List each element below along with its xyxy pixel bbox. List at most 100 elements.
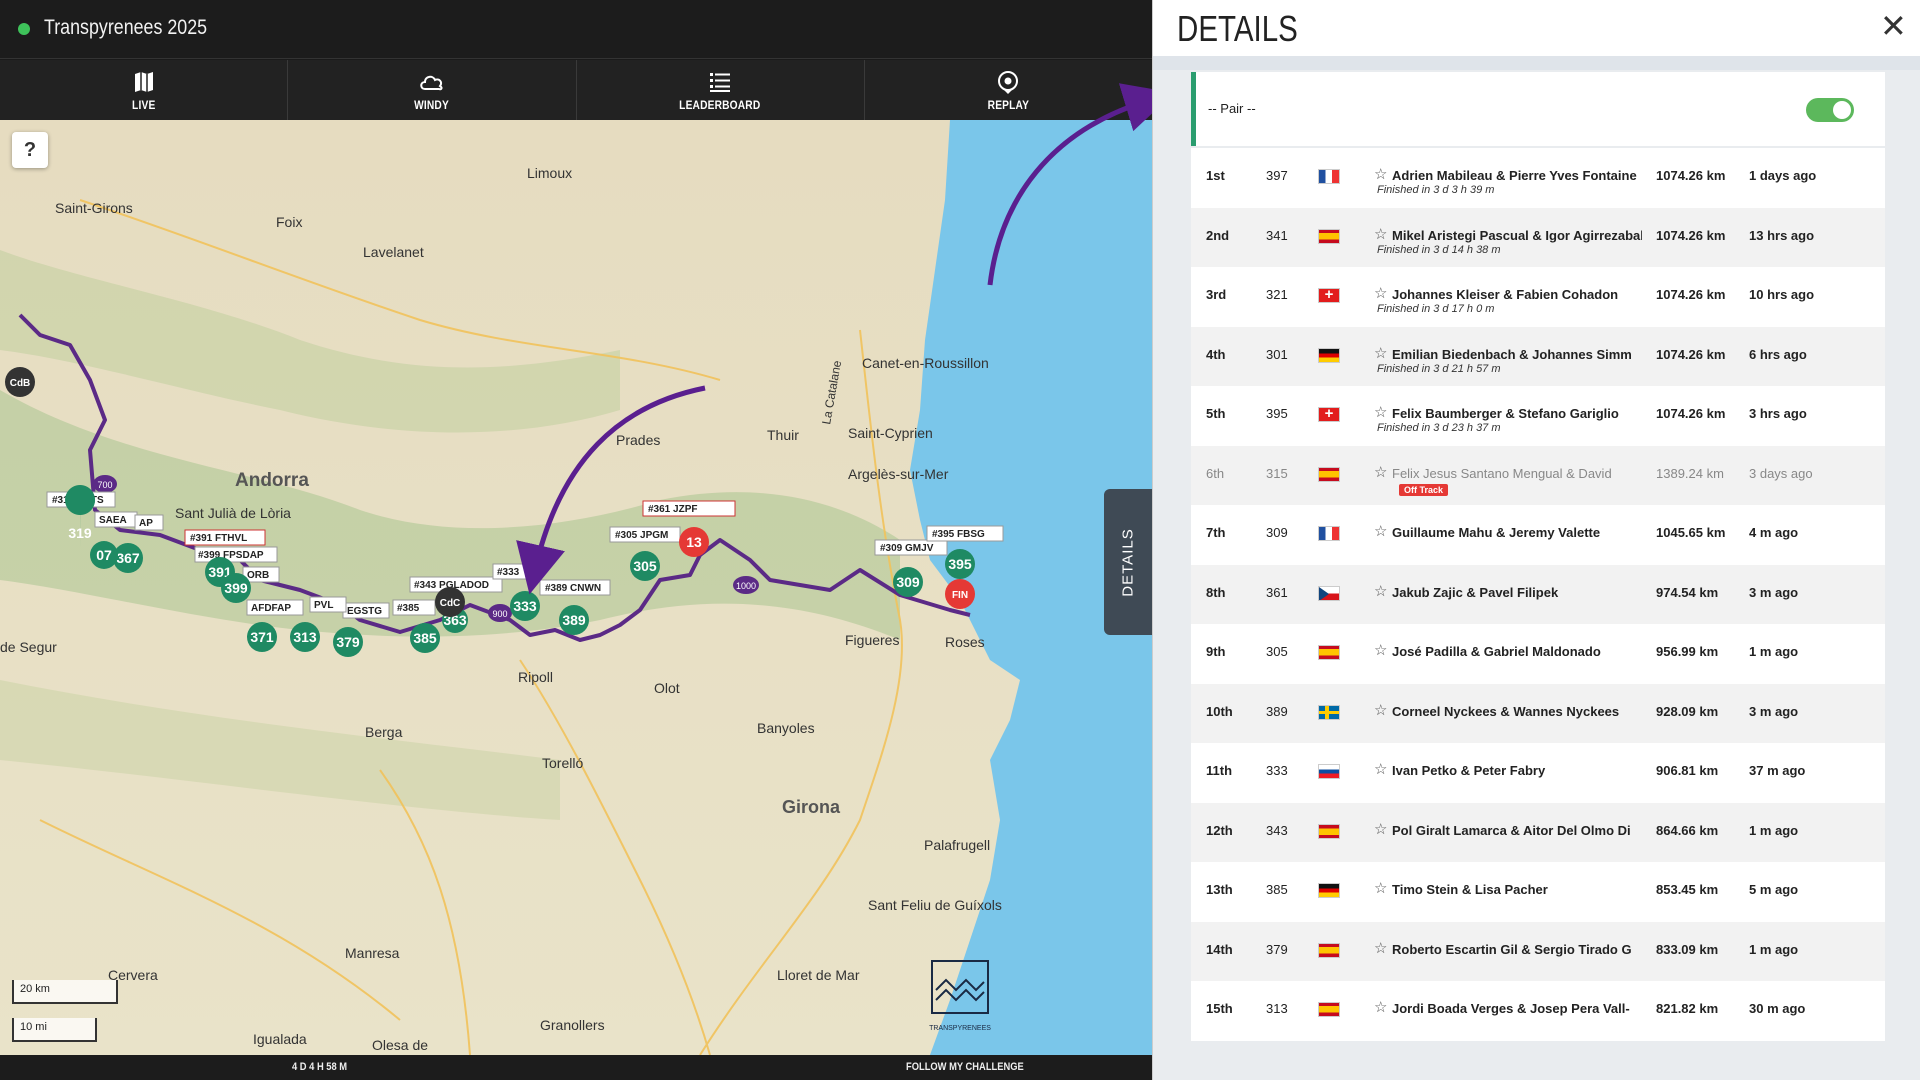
leaderboard-row[interactable]: 13th 385 ☆ Timo Stein & Lisa Pacher 853.45 k… bbox=[1191, 862, 1885, 922]
nav-windy[interactable]: WINDY bbox=[288, 60, 577, 120]
place-label: Roses bbox=[945, 634, 985, 650]
leaderboard-row[interactable]: 3rd 321 ☆ Johannes Kleiser & Fabien Cohadon… bbox=[1191, 267, 1885, 327]
leaderboard-row[interactable]: 2nd 341 ☆ Mikel Aristegi Pascual & Igor Agi… bbox=[1191, 207, 1885, 267]
list-icon bbox=[710, 72, 731, 92]
rider-tag[interactable]: PVL bbox=[309, 596, 347, 613]
rider-tag[interactable]: AP bbox=[134, 514, 164, 531]
checkpoint-cdc[interactable]: CdC bbox=[435, 587, 465, 617]
pair-toggle[interactable] bbox=[1806, 98, 1854, 122]
last-seen: 1 m ago bbox=[1749, 941, 1799, 957]
leaderboard-row[interactable]: 11th 333 ☆ Ivan Petko & Peter Fabry 906.81 k… bbox=[1191, 743, 1885, 803]
distance: 821.82 km bbox=[1656, 1001, 1719, 1016]
leaderboard-row[interactable]: 14th 379 ☆ Roberto Escartin Gil & Sergio Ti… bbox=[1191, 921, 1885, 981]
nav-live[interactable]: LIVE bbox=[0, 60, 289, 120]
details-tab-label: DETAILS bbox=[1119, 527, 1137, 597]
country-flag-icon bbox=[1318, 1002, 1340, 1017]
rider-tag[interactable]: #399 FPSDAP bbox=[194, 546, 278, 563]
svg-text:385: 385 bbox=[413, 630, 437, 646]
star-icon[interactable]: ☆ bbox=[1374, 998, 1387, 1016]
leaderboard-row[interactable]: 5th 395 ☆ Felix Baumberger & Stefano Garigl… bbox=[1191, 386, 1885, 446]
place-label: de Segur bbox=[0, 639, 57, 655]
rider-marker[interactable]: 371 bbox=[247, 622, 277, 652]
place-label: Igualada bbox=[253, 1031, 307, 1047]
rider-tag[interactable]: #309 GMJV bbox=[874, 539, 948, 556]
star-icon[interactable]: ☆ bbox=[1374, 403, 1387, 421]
distance: 906.81 km bbox=[1656, 763, 1719, 778]
rider-tag[interactable]: SAEA bbox=[94, 511, 138, 528]
rider-marker[interactable]: 389 bbox=[559, 605, 589, 635]
distance: 1074.26 km bbox=[1656, 168, 1726, 183]
rider-marker[interactable]: 07 bbox=[90, 541, 118, 569]
rider-tag[interactable]: AFDFAP bbox=[246, 599, 304, 616]
leaderboard-row[interactable]: 15th 313 ☆ Jordi Boada Verges & Josep Pera … bbox=[1191, 981, 1885, 1041]
leaderboard-row[interactable]: 12th 343 ☆ Pol Giralt Lamarca & Aitor Del O… bbox=[1191, 802, 1885, 862]
star-icon[interactable]: ☆ bbox=[1374, 225, 1387, 243]
star-icon[interactable]: ☆ bbox=[1374, 820, 1387, 838]
country-flag-icon bbox=[1318, 585, 1340, 601]
rider-tag[interactable]: #333 bbox=[492, 563, 534, 580]
rider-marker[interactable]: 13 bbox=[679, 527, 709, 557]
star-icon[interactable]: ☆ bbox=[1374, 165, 1387, 183]
star-icon[interactable]: ☆ bbox=[1374, 284, 1387, 302]
country-flag-icon bbox=[1318, 704, 1340, 720]
top-bar: Transpyrenees 2025 bbox=[0, 0, 1152, 59]
rider-marker[interactable]: 333 bbox=[510, 591, 540, 621]
help-button[interactable]: ? bbox=[12, 132, 48, 168]
rider-marker[interactable]: 395 bbox=[945, 549, 975, 579]
rider-tag[interactable]: #361 JZPF bbox=[642, 500, 736, 517]
star-icon[interactable]: ☆ bbox=[1374, 701, 1387, 719]
nav-replay[interactable]: REPLAY bbox=[865, 60, 1152, 120]
svg-text:#389 CNWN: #389 CNWN bbox=[545, 583, 601, 594]
star-icon[interactable]: ☆ bbox=[1374, 522, 1387, 540]
leaderboard-row[interactable]: 9th 305 ☆ José Padilla & Gabriel Maldonado 9… bbox=[1191, 624, 1885, 684]
nav-leaderboard[interactable]: LEADERBOARD bbox=[577, 60, 865, 120]
nav-bar: LIVE WINDY LEADERBOARD REPLAY bbox=[0, 60, 1152, 120]
svg-text:309: 309 bbox=[896, 574, 920, 590]
rider-marker[interactable]: 379 bbox=[333, 627, 363, 657]
route-label: 700 bbox=[97, 480, 112, 490]
details-tab[interactable]: DETAILS bbox=[1104, 489, 1152, 635]
star-icon[interactable]: ☆ bbox=[1374, 582, 1387, 600]
leaderboard-row[interactable]: 10th 389 ☆ Corneel Nyckees & Wannes Nyckees… bbox=[1191, 683, 1885, 743]
rider-marker[interactable]: 399 bbox=[221, 573, 251, 603]
rider-tag[interactable]: #391 FTHVL bbox=[184, 529, 266, 546]
star-icon[interactable]: ☆ bbox=[1374, 939, 1387, 957]
place-label: Palafrugell bbox=[924, 837, 990, 853]
star-icon[interactable]: ☆ bbox=[1374, 879, 1387, 897]
rider-names: Jordi Boada Verges & Josep Pera Vall- bbox=[1392, 1001, 1630, 1016]
close-icon[interactable]: ✕ bbox=[1880, 10, 1907, 42]
leaderboard-row[interactable]: 1st 397 ☆ Adrien Mabileau & Pierre Yves Fon… bbox=[1191, 148, 1885, 208]
star-icon[interactable]: ☆ bbox=[1374, 760, 1387, 778]
rider-names: Felix Jesus Santano Mengual & David bbox=[1392, 465, 1612, 481]
map-canvas[interactable]: 700 900 1000 Saint-Girons Foix Limoux La… bbox=[0, 120, 1152, 1055]
map-view[interactable]: 700 900 1000 Saint-Girons Foix Limoux La… bbox=[0, 120, 1152, 1055]
svg-text:AFDFAP: AFDFAP bbox=[251, 603, 291, 614]
rider-tag[interactable]: EGSTG bbox=[342, 602, 390, 619]
rider-marker[interactable]: 385 bbox=[410, 623, 440, 653]
rider-tag[interactable]: #389 CNWN bbox=[539, 579, 611, 596]
leaderboard-row[interactable]: 7th 309 ☆ Guillaume Mahu & Jeremy Valette 10… bbox=[1191, 505, 1885, 565]
last-seen: 1 m ago bbox=[1749, 822, 1799, 838]
rider-marker[interactable]: 309 bbox=[893, 567, 923, 597]
rider-tag[interactable]: #305 JPGM bbox=[609, 526, 681, 543]
star-icon[interactable]: ☆ bbox=[1374, 641, 1387, 659]
star-icon[interactable]: ☆ bbox=[1374, 344, 1387, 362]
last-seen: 3 m ago bbox=[1749, 703, 1799, 719]
leaderboard-row[interactable]: 8th 361 ☆ Jakub Zajic & Pavel Filipek 974.54… bbox=[1191, 564, 1885, 624]
rider-tag[interactable]: #385 bbox=[392, 599, 436, 616]
pair-label: -- Pair -- bbox=[1208, 101, 1256, 116]
distance: 853.45 km bbox=[1656, 882, 1719, 897]
star-icon[interactable]: ☆ bbox=[1374, 463, 1387, 481]
follow-challenge-link[interactable]: FOLLOW MY CHALLENGE bbox=[906, 1061, 1024, 1073]
leaderboard-row[interactable]: 4th 301 ☆ Emilian Biedenbach & Johannes Sim… bbox=[1191, 326, 1885, 386]
rider-tag[interactable]: #395 FBSG bbox=[926, 525, 1004, 542]
checkpoint-cdb[interactable]: CdB bbox=[5, 367, 35, 397]
rider-marker[interactable]: 313 bbox=[290, 622, 320, 652]
rider-names: Adrien Mabileau & Pierre Yves Fontaine bbox=[1392, 168, 1637, 183]
rider-marker[interactable]: 305 bbox=[630, 551, 660, 581]
svg-text:#333: #333 bbox=[497, 567, 520, 578]
leaderboard-row[interactable]: 6th 315 ☆ Felix Jesus Santano Mengual & Dav… bbox=[1191, 445, 1885, 505]
svg-text:333: 333 bbox=[513, 598, 537, 614]
svg-text:379: 379 bbox=[336, 634, 360, 650]
checkpoint-finish[interactable]: FIN bbox=[945, 579, 975, 609]
